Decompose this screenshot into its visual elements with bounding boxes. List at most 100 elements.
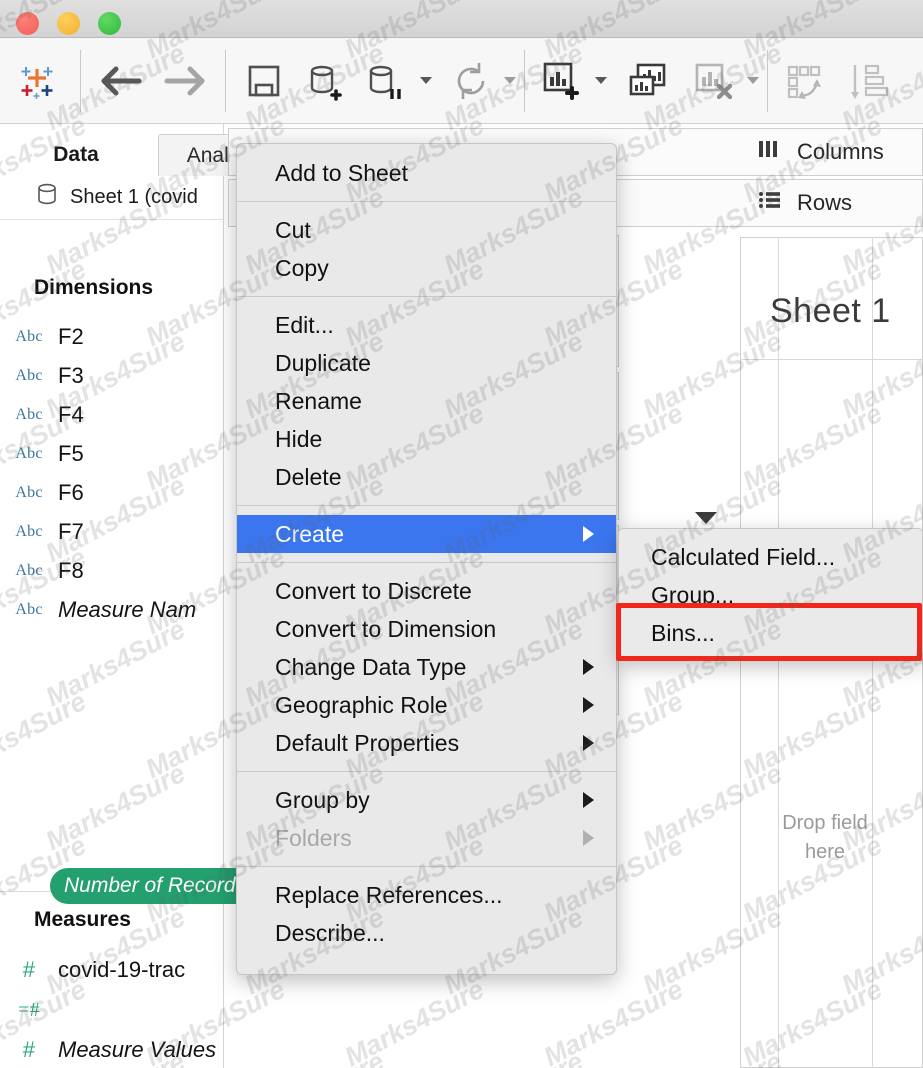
abc-icon: Abc — [0, 445, 58, 463]
toolbar-separator-1 — [80, 50, 81, 112]
new-worksheet-dropdown-icon[interactable] — [593, 51, 609, 111]
new-data-source-icon[interactable] — [296, 51, 358, 111]
clear-sheet-dropdown-icon[interactable] — [745, 51, 761, 111]
save-icon[interactable] — [232, 51, 296, 111]
abc-icon: Abc — [0, 484, 58, 502]
refresh-dropdown-icon[interactable] — [502, 51, 518, 111]
menu-item-copy[interactable]: Copy — [237, 249, 616, 287]
dimension-field-measure-names[interactable]: Abc Measure Nam — [0, 590, 224, 630]
menu-item-rename[interactable]: Rename — [237, 382, 616, 420]
measure-field-covid[interactable]: # covid-19-trac — [0, 950, 224, 990]
new-worksheet-icon[interactable] — [531, 51, 593, 111]
menu-separator — [237, 562, 616, 563]
clear-sheet-icon[interactable] — [683, 51, 745, 111]
tableau-logo-icon[interactable] — [0, 51, 74, 111]
abc-icon: Abc — [0, 367, 58, 385]
marks-card-dropdown-icon[interactable] — [695, 512, 717, 524]
menu-item-label: Replace References... — [275, 882, 503, 909]
measure-field-number-of-records[interactable]: =# — [0, 990, 224, 1030]
submenu-item-group[interactable]: Group... — [619, 576, 922, 614]
close-button[interactable] — [16, 12, 39, 35]
menu-item-add-to-sheet[interactable]: Add to Sheet — [237, 154, 616, 192]
dimension-field-f3[interactable]: Abc F3 — [0, 356, 224, 396]
create-submenu[interactable]: Calculated Field... Group... Bins... — [618, 528, 923, 660]
menu-item-duplicate[interactable]: Duplicate — [237, 344, 616, 382]
menu-item-label: Convert to Discrete — [275, 578, 472, 605]
menu-separator — [237, 296, 616, 297]
zoom-button[interactable] — [98, 12, 121, 35]
swap-rows-columns-icon[interactable] — [774, 51, 836, 111]
menu-item-geographic-role[interactable]: Geographic Role — [237, 686, 616, 724]
tab-data[interactable]: Data — [16, 134, 136, 176]
pause-updates-dropdown-icon[interactable] — [418, 51, 434, 111]
dimension-field-f5[interactable]: Abc F5 — [0, 434, 224, 474]
submenu-item-calculated-field[interactable]: Calculated Field... — [619, 538, 922, 576]
dimension-field-f2[interactable]: Abc F2 — [0, 317, 224, 357]
abc-icon: Abc — [0, 523, 58, 541]
dimension-field-f4[interactable]: Abc F4 — [0, 395, 224, 435]
dimensions-header: Dimensions — [34, 276, 153, 300]
columns-icon — [757, 138, 783, 166]
menu-item-label: Group by — [275, 787, 370, 814]
menu-item-label: Copy — [275, 255, 329, 282]
abc-icon: Abc — [0, 328, 58, 346]
toolbar-separator-2 — [225, 50, 226, 112]
menu-item-folders: Folders — [237, 819, 616, 857]
minimize-button[interactable] — [57, 12, 80, 35]
traffic-lights — [16, 12, 121, 35]
menu-item-replace-references[interactable]: Replace References... — [237, 876, 616, 914]
field-label: F6 — [58, 480, 84, 506]
duplicate-sheet-icon[interactable] — [617, 51, 679, 111]
dimension-field-f8[interactable]: Abc F8 — [0, 551, 224, 591]
menu-item-label: Edit... — [275, 312, 334, 339]
field-context-menu[interactable]: Add to Sheet Cut Copy Edit... Duplicate … — [236, 143, 617, 975]
main-toolbar — [0, 38, 923, 124]
measures-header: Measures — [34, 908, 131, 932]
dimension-field-f7[interactable]: Abc F7 — [0, 512, 224, 552]
toolbar-separator-3 — [524, 50, 525, 112]
back-icon[interactable] — [87, 51, 153, 111]
menu-item-hide[interactable]: Hide — [237, 420, 616, 458]
menu-item-convert-to-discrete[interactable]: Convert to Discrete — [237, 572, 616, 610]
toolbar-separator-4 — [767, 50, 768, 112]
menu-item-cut[interactable]: Cut — [237, 211, 616, 249]
menu-separator — [237, 505, 616, 506]
menu-item-group-by[interactable]: Group by — [237, 781, 616, 819]
field-label: F3 — [58, 363, 84, 389]
number-icon: # — [0, 957, 58, 983]
rows-shelf-label: Rows — [797, 190, 852, 216]
sheet-title: Sheet 1 — [770, 292, 891, 331]
measure-field-measure-values[interactable]: # Measure Values — [0, 1030, 224, 1068]
submenu-item-label: Bins... — [651, 620, 715, 647]
menu-item-describe[interactable]: Describe... — [237, 914, 616, 952]
refresh-data-source-icon[interactable] — [440, 51, 502, 111]
menu-separator — [237, 201, 616, 202]
menu-item-label: Cut — [275, 217, 311, 244]
aggregate-number-icon: =# — [0, 999, 58, 1022]
watermark-text: Marks4Sure — [539, 974, 689, 1068]
menu-separator — [237, 866, 616, 867]
abc-icon: Abc — [0, 601, 58, 619]
sort-descending-icon[interactable] — [836, 51, 898, 111]
database-icon — [36, 182, 58, 214]
menu-item-create[interactable]: Create — [237, 515, 616, 553]
menu-item-delete[interactable]: Delete — [237, 458, 616, 496]
data-source-item[interactable]: Sheet 1 (covid — [0, 176, 224, 220]
columns-shelf-label: Columns — [797, 139, 884, 165]
menu-item-label: Duplicate — [275, 350, 371, 377]
menu-item-default-properties[interactable]: Default Properties — [237, 724, 616, 762]
window-titlebar — [0, 0, 923, 38]
field-label: Measure Nam — [58, 597, 196, 623]
data-pane: Data Analy Sheet 1 (covid Dimensions Abc — [0, 124, 224, 1068]
menu-item-edit[interactable]: Edit... — [237, 306, 616, 344]
submenu-arrow-icon — [583, 792, 594, 808]
submenu-item-bins[interactable]: Bins... — [619, 614, 922, 652]
menu-item-convert-to-dimension[interactable]: Convert to Dimension — [237, 610, 616, 648]
pause-auto-updates-icon[interactable] — [358, 51, 414, 111]
menu-item-change-data-type[interactable]: Change Data Type — [237, 648, 616, 686]
data-source-label: Sheet 1 (covid — [70, 186, 198, 209]
dimension-field-f6[interactable]: Abc F6 — [0, 473, 224, 513]
abc-icon: Abc — [0, 406, 58, 424]
forward-icon[interactable] — [153, 51, 219, 111]
submenu-arrow-icon — [583, 830, 594, 846]
